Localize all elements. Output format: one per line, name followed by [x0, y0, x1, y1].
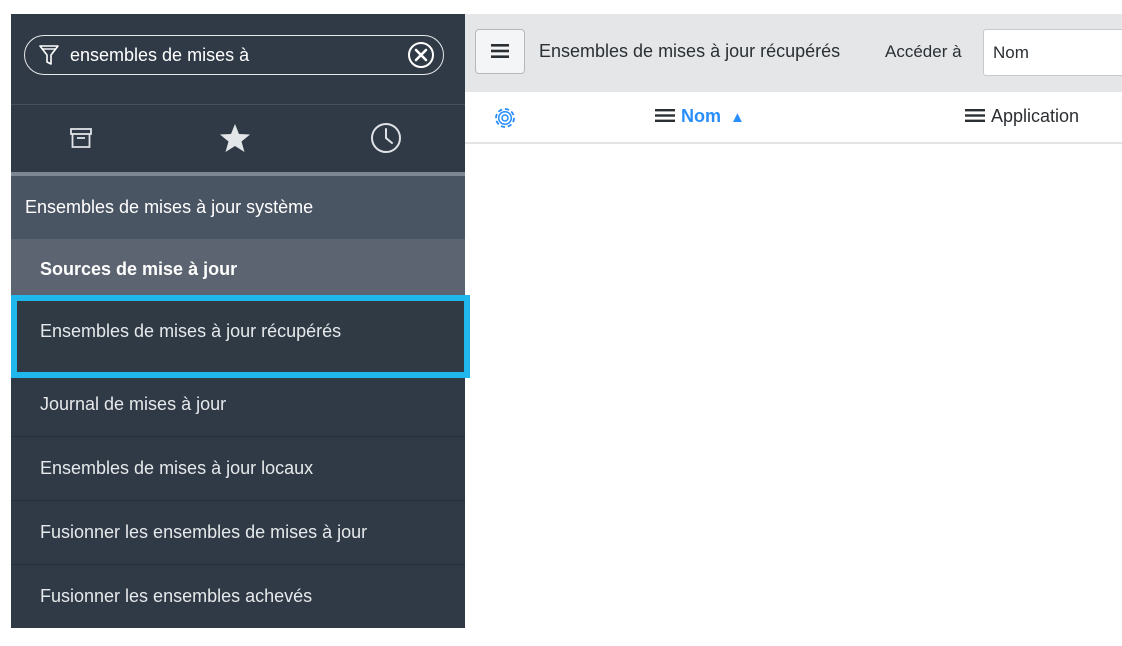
application-navigator: ensembles de mises à Ensembles de mises …	[11, 14, 465, 628]
nav-section-label: Ensembles de mises à jour système	[25, 197, 314, 217]
column-header-name[interactable]: Nom ▲	[655, 106, 745, 127]
sort-ascending-icon: ▲	[730, 109, 745, 126]
star-icon[interactable]	[217, 120, 253, 156]
hamburger-icon	[491, 44, 509, 58]
clear-filter-icon[interactable]	[407, 41, 435, 69]
nav-module-label: Journal de mises à jour	[40, 394, 227, 414]
column-menu-icon[interactable]	[655, 108, 675, 123]
nav-module-local-update-sets[interactable]: Ensembles de mises à jour locaux	[11, 437, 465, 501]
gear-icon[interactable]	[492, 105, 518, 131]
list-menu-button[interactable]	[475, 29, 525, 74]
navigator-filter-input[interactable]: ensembles de mises à	[24, 35, 444, 75]
column-application-label: Application	[991, 106, 1080, 126]
nav-module-retrieved-update-sets[interactable]: Ensembles de mises à jour récupérés	[11, 296, 465, 373]
navigator-tabs	[11, 104, 465, 176]
list-title: Ensembles de mises à jour récupérés	[539, 41, 841, 61]
column-menu-icon[interactable]	[965, 108, 985, 123]
nav-module-label: Ensembles de mises à jour récupérés	[40, 321, 342, 341]
column-name-label: Nom	[681, 106, 721, 126]
goto-label: Accéder à	[885, 42, 962, 61]
filter-text[interactable]: ensembles de mises à	[70, 45, 249, 66]
nav-module-update-log[interactable]: Journal de mises à jour	[11, 373, 465, 437]
goto-field-value: Nom	[993, 43, 1029, 62]
filter-bar: ensembles de mises à	[11, 14, 465, 105]
nav-module-label: Sources de mise à jour	[40, 259, 238, 279]
nav-module-label: Ensembles de mises à jour locaux	[40, 458, 314, 478]
column-header-application[interactable]: Application	[965, 106, 1079, 127]
nav-section-system-update-sets[interactable]: Ensembles de mises à jour système	[11, 176, 465, 239]
nav-module-label: Fusionner les ensembles achevés	[40, 586, 313, 606]
module-list: Ensembles de mises à jour système Source…	[11, 176, 465, 629]
list-header: Ensembles de mises à jour récupérés Accé…	[465, 14, 1122, 93]
archive-icon[interactable]	[63, 120, 99, 156]
nav-module-merge-update-sets[interactable]: Fusionner les ensembles de mises à jour	[11, 501, 465, 565]
clock-icon[interactable]	[368, 120, 404, 156]
column-header-row: Nom ▲ Application	[465, 92, 1122, 144]
filter-icon	[39, 45, 59, 65]
nav-module-merged-sets-completed[interactable]: Fusionner les ensembles achevés	[11, 565, 465, 629]
nav-module-update-sources[interactable]: Sources de mise à jour	[11, 239, 465, 296]
goto-field-select[interactable]: Nom	[983, 29, 1122, 76]
nav-module-label: Fusionner les ensembles de mises à jour	[40, 522, 368, 542]
